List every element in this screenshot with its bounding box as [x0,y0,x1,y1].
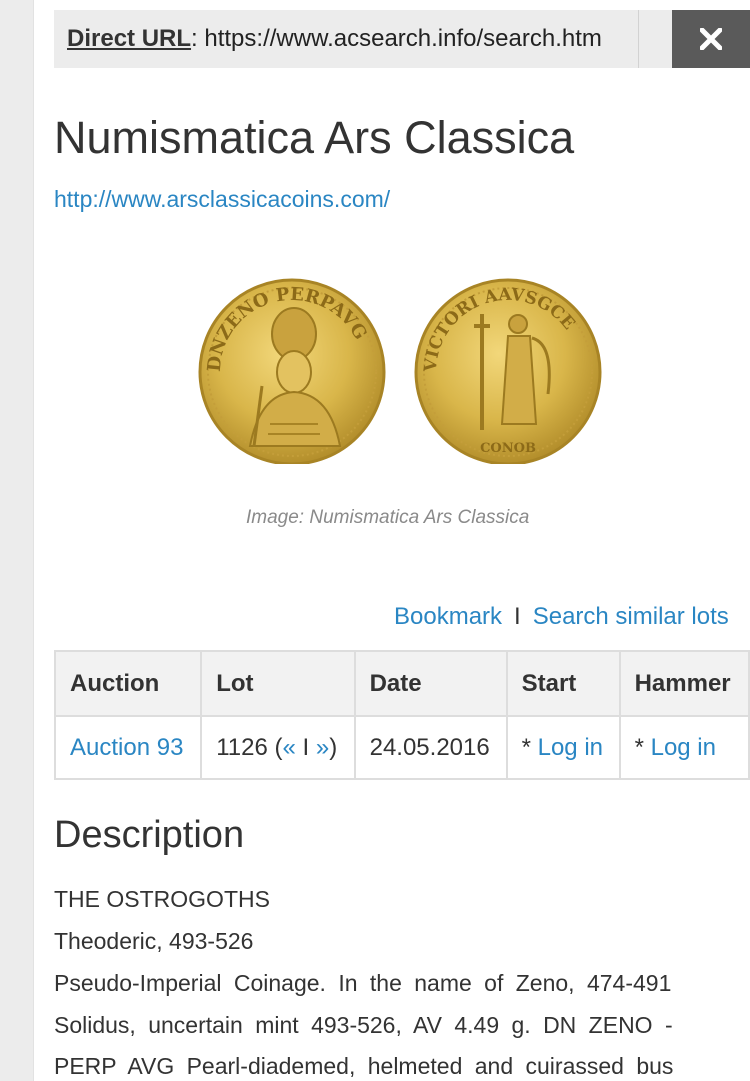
description-line: PERP AVG Pearl-diademed, helmeted and cu… [54,1053,674,1079]
cell-start: * Log in [505,715,621,780]
direct-url-text[interactable]: Direct URL: https://www.acsearch.info/se… [67,10,627,68]
description-line: Pseudo-Imperial Coinage. In the name of … [54,970,672,996]
direct-url-label: Direct URL [67,25,192,52]
bookmark-link[interactable]: Bookmark [394,603,502,630]
search-similar-lots-link[interactable]: Search similar lots [533,603,729,630]
direct-url-bar: Direct URL: https://www.acsearch.info/se… [54,10,750,68]
description-line: THE OSTROGOTHS [54,886,270,912]
auction-house-title: Numismatica Ars Classica [54,112,575,163]
start-login-link[interactable]: Log in [538,734,603,761]
column-header-lot: Lot [200,650,356,717]
cell-hammer: * Log in [618,715,750,780]
coin-obverse: DNZENO PERPAVG [198,278,386,464]
page: Direct URL: https://www.acsearch.info/se… [0,0,750,1081]
auction-link[interactable]: Auction 93 [70,734,183,761]
image-caption: Image: Numismatica Ars Classica [246,507,530,528]
column-header-hammer: Hammer [618,650,750,717]
lot-nav-divider: I [302,733,310,761]
coin-reverse: VICTORI AAVSGCE CONOB [414,278,602,464]
start-prefix: * [521,733,538,761]
direct-url-separator: : [191,25,198,52]
description-heading: Description [54,814,245,856]
lot-table: Auction Lot Date Start Hammer Auction 93… [53,650,750,780]
left-rail [0,0,34,1081]
reverse-exergue: CONOB [480,441,536,456]
cell-auction: Auction 93 [53,715,203,780]
hammer-prefix: * [634,733,651,761]
lot-actions: Bookmark I Search similar lots [394,603,729,631]
lot-number: 1126 [216,733,268,761]
auction-house-website-link[interactable]: http://www.arsclassicacoins.com/ [54,186,390,213]
description-line: Solidus, uncertain mint 493-526, AV 4.49… [54,1012,673,1038]
column-header-date: Date [353,650,508,717]
table-header-row: Auction Lot Date Start Hammer [53,650,750,717]
url-bar-divider [638,10,639,68]
close-button[interactable] [672,10,750,68]
coin-image[interactable]: DNZENO PERPAVG VICTORI AAVSGCE CONOB [190,274,626,464]
direct-url-value[interactable]: https://www.acsearch.info/search.htm [204,25,602,52]
hammer-login-link[interactable]: Log in [651,734,716,761]
column-header-start: Start [505,650,621,717]
table-row: Auction 93 1126 (« I ») 24.05.2016 * Log… [53,715,750,780]
next-lot-link[interactable]: » [316,734,329,761]
column-header-auction: Auction [53,650,203,717]
actions-divider: I [514,603,521,630]
lot-close-paren: ) [329,733,338,761]
description-line: Theoderic, 493-526 [54,928,254,954]
previous-lot-link[interactable]: « [282,734,295,761]
cell-lot: 1126 (« I ») [200,715,356,780]
close-icon [700,28,722,50]
cell-date: 24.05.2016 [353,715,508,780]
